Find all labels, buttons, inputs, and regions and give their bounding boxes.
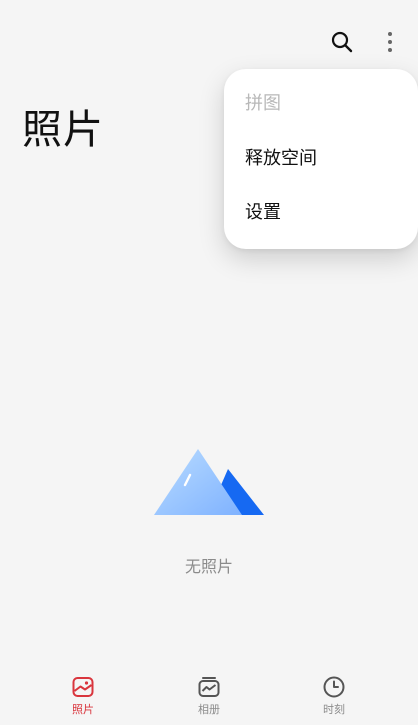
nav-tab-photos[interactable]: 照片: [53, 673, 113, 717]
bottom-navigation: 照片 相册 时刻: [0, 665, 418, 725]
menu-item-free-space[interactable]: 释放空间: [245, 147, 317, 171]
overflow-menu: 拼图 释放空间 设置: [224, 69, 418, 249]
album-icon: [195, 673, 223, 701]
nav-tab-moments[interactable]: 时刻: [304, 673, 364, 717]
nav-tab-moments-label: 时刻: [323, 703, 345, 716]
more-vertical-icon: [388, 32, 392, 52]
empty-mountains-illustration: [150, 445, 268, 519]
photo-icon: [69, 673, 97, 701]
menu-item-collage: 拼图: [245, 93, 281, 114]
empty-state-text: 无照片: [184, 557, 233, 576]
search-icon: [331, 31, 353, 53]
nav-tab-photos-label: 照片: [72, 703, 94, 716]
mountains-icon: [154, 449, 264, 515]
clock-icon: [320, 673, 348, 701]
nav-tab-albums[interactable]: 相册: [179, 673, 239, 717]
more-options-button[interactable]: [376, 28, 404, 56]
page-title: 照片: [22, 107, 104, 153]
nav-tab-albums-label: 相册: [198, 703, 220, 716]
top-action-bar: [328, 28, 404, 56]
menu-item-settings[interactable]: 设置: [245, 201, 281, 225]
search-button[interactable]: [328, 28, 356, 56]
